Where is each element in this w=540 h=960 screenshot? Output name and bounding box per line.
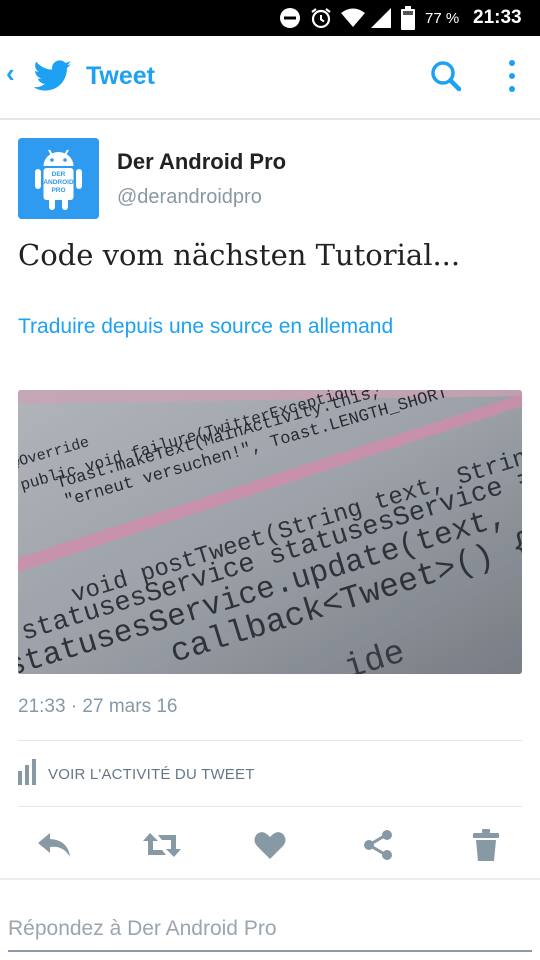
screen: 77 % 21:33 ‹ Tweet DER ANDROID PRO Der A… xyxy=(0,0,540,960)
share-icon[interactable] xyxy=(353,820,403,870)
app-bar: ‹ Tweet xyxy=(0,36,540,120)
page-title: Tweet xyxy=(86,62,155,90)
avatar-label-line: ANDROID xyxy=(43,179,74,186)
back-icon[interactable]: ‹ xyxy=(6,58,15,89)
bar-chart-icon xyxy=(18,758,38,790)
more-vert-icon[interactable] xyxy=(500,56,524,101)
reply-composer xyxy=(0,878,540,960)
avatar-label-line: PRO xyxy=(51,187,66,194)
like-icon[interactable] xyxy=(245,820,295,870)
clock: 21:33 xyxy=(473,7,522,28)
reply-input[interactable] xyxy=(8,908,532,952)
divider xyxy=(18,740,522,741)
tweet-timestamp: 21:33 · 27 mars 16 xyxy=(18,696,178,717)
reply-icon[interactable] xyxy=(29,820,79,870)
do-not-disturb-icon xyxy=(279,0,301,36)
retweet-icon[interactable] xyxy=(137,820,187,870)
divider xyxy=(18,806,522,807)
author-handle[interactable]: @derandroidpro xyxy=(117,186,262,209)
wifi-icon xyxy=(340,0,366,36)
twitter-bird-icon[interactable] xyxy=(33,60,72,97)
avatar[interactable]: DER ANDROID PRO xyxy=(18,138,99,219)
tweet-media-image[interactable]: @Override public void failure(TwitterExc… xyxy=(18,390,522,674)
alarm-icon xyxy=(309,0,333,36)
delete-icon[interactable] xyxy=(461,820,511,870)
action-bar xyxy=(0,820,540,870)
battery-percent: 77 % xyxy=(425,9,460,27)
avatar-label: DER ANDROID PRO xyxy=(43,171,74,195)
battery-icon xyxy=(401,0,415,36)
translate-link[interactable]: Traduire depuis une source en allemand xyxy=(18,315,393,339)
author-name[interactable]: Der Android Pro xyxy=(117,149,286,175)
search-icon[interactable] xyxy=(428,58,464,99)
cell-signal-icon xyxy=(370,0,392,36)
avatar-label-line: DER xyxy=(51,171,66,178)
tweet-activity-link[interactable]: VOIR L'ACTIVITÉ DU TWEET xyxy=(18,758,255,790)
tweet-text: Code vom nächsten Tutorial... xyxy=(18,238,461,272)
status-bar: 77 % 21:33 xyxy=(0,0,540,36)
activity-label: VOIR L'ACTIVITÉ DU TWEET xyxy=(48,765,255,783)
